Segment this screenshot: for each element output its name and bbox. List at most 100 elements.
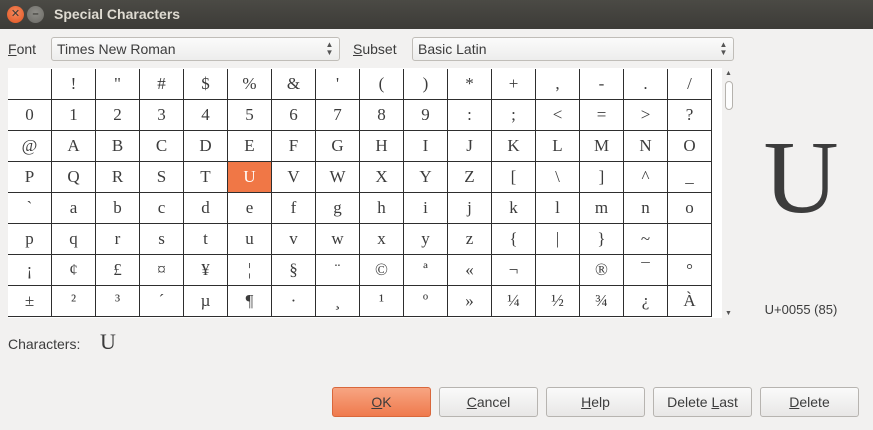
character-cell[interactable]: q bbox=[52, 224, 96, 255]
character-cell[interactable]: # bbox=[140, 69, 184, 100]
character-cell[interactable]: L bbox=[536, 131, 580, 162]
character-cell[interactable]: i bbox=[404, 193, 448, 224]
character-cell[interactable]: J bbox=[448, 131, 492, 162]
character-cell[interactable]: m bbox=[580, 193, 624, 224]
character-cell[interactable]: e bbox=[228, 193, 272, 224]
character-cell[interactable]: 2 bbox=[96, 100, 140, 131]
character-cell[interactable]: S bbox=[140, 162, 184, 193]
character-cell[interactable] bbox=[668, 224, 712, 255]
character-cell[interactable]: & bbox=[272, 69, 316, 100]
grid-scrollbar[interactable]: ▲ ▼ bbox=[722, 68, 736, 318]
minimize-icon[interactable]: – bbox=[27, 6, 44, 23]
character-cell[interactable]: $ bbox=[184, 69, 228, 100]
character-cell[interactable]: ¥ bbox=[184, 255, 228, 286]
character-cell[interactable]: z bbox=[448, 224, 492, 255]
character-cell[interactable]: \ bbox=[536, 162, 580, 193]
character-cell[interactable]: I bbox=[404, 131, 448, 162]
character-cell[interactable]: s bbox=[140, 224, 184, 255]
character-cell[interactable]: ² bbox=[52, 286, 96, 317]
character-cell[interactable]: t bbox=[184, 224, 228, 255]
character-cell[interactable]: 3 bbox=[140, 100, 184, 131]
character-cell[interactable]: ¤ bbox=[140, 255, 184, 286]
character-cell[interactable]: B bbox=[96, 131, 140, 162]
character-cell[interactable]: , bbox=[536, 69, 580, 100]
character-cell[interactable]: ~ bbox=[624, 224, 668, 255]
character-cell[interactable]: l bbox=[536, 193, 580, 224]
character-cell[interactable]: x bbox=[360, 224, 404, 255]
character-cell[interactable]: ; bbox=[492, 100, 536, 131]
character-cell[interactable]: ³ bbox=[96, 286, 140, 317]
character-cell[interactable]: . bbox=[624, 69, 668, 100]
help-button[interactable]: Help bbox=[546, 387, 645, 417]
character-cell[interactable]: v bbox=[272, 224, 316, 255]
character-cell[interactable]: © bbox=[360, 255, 404, 286]
character-cell[interactable]: ] bbox=[580, 162, 624, 193]
character-cell[interactable]: ® bbox=[580, 255, 624, 286]
character-cell[interactable]: b bbox=[96, 193, 140, 224]
character-cell[interactable]: > bbox=[624, 100, 668, 131]
character-cell[interactable]: µ bbox=[184, 286, 228, 317]
character-cell[interactable]: g bbox=[316, 193, 360, 224]
character-cell[interactable]: T bbox=[184, 162, 228, 193]
character-cell[interactable]: ¶ bbox=[228, 286, 272, 317]
character-cell[interactable]: 6 bbox=[272, 100, 316, 131]
cancel-button[interactable]: Cancel bbox=[439, 387, 538, 417]
character-cell[interactable]: E bbox=[228, 131, 272, 162]
character-cell[interactable]: [ bbox=[492, 162, 536, 193]
character-cell[interactable]: · bbox=[272, 286, 316, 317]
character-cell[interactable]: ¦ bbox=[228, 255, 272, 286]
character-cell[interactable]: ) bbox=[404, 69, 448, 100]
character-cell[interactable]: Z bbox=[448, 162, 492, 193]
character-cell[interactable]: f bbox=[272, 193, 316, 224]
character-cell[interactable]: N bbox=[624, 131, 668, 162]
character-cell[interactable]: 4 bbox=[184, 100, 228, 131]
character-cell[interactable]: p bbox=[8, 224, 52, 255]
character-cell[interactable]: j bbox=[448, 193, 492, 224]
character-cell[interactable]: c bbox=[140, 193, 184, 224]
character-cell[interactable]: £ bbox=[96, 255, 140, 286]
character-cell[interactable]: U bbox=[228, 162, 272, 193]
font-combobox[interactable]: Times New Roman ▲ ▼ bbox=[51, 37, 340, 61]
character-cell[interactable]: A bbox=[52, 131, 96, 162]
character-cell[interactable]: < bbox=[536, 100, 580, 131]
character-cell[interactable]: w bbox=[316, 224, 360, 255]
character-cell[interactable]: @ bbox=[8, 131, 52, 162]
character-cell[interactable]: u bbox=[228, 224, 272, 255]
character-cell[interactable]: 8 bbox=[360, 100, 404, 131]
delete-button[interactable]: Delete bbox=[760, 387, 859, 417]
character-cell[interactable]: * bbox=[448, 69, 492, 100]
character-cell[interactable]: Q bbox=[52, 162, 96, 193]
character-cell[interactable]: À bbox=[668, 286, 712, 317]
scroll-down-icon[interactable]: ▼ bbox=[725, 310, 732, 317]
character-cell[interactable]: ¿ bbox=[624, 286, 668, 317]
delete-last-button[interactable]: Delete Last bbox=[653, 387, 752, 417]
character-cell[interactable]: 0 bbox=[8, 100, 52, 131]
character-cell[interactable]: _ bbox=[668, 162, 712, 193]
character-cell[interactable]: ª bbox=[404, 255, 448, 286]
character-cell[interactable]: X bbox=[360, 162, 404, 193]
character-cell[interactable]: » bbox=[448, 286, 492, 317]
character-cell[interactable]: 9 bbox=[404, 100, 448, 131]
character-cell[interactable]: O bbox=[668, 131, 712, 162]
character-cell[interactable]: ½ bbox=[536, 286, 580, 317]
character-cell[interactable]: ¾ bbox=[580, 286, 624, 317]
character-cell[interactable]: D bbox=[184, 131, 228, 162]
character-cell[interactable]: ! bbox=[52, 69, 96, 100]
character-cell[interactable]: ' bbox=[316, 69, 360, 100]
subset-combobox[interactable]: Basic Latin ▲ ▼ bbox=[412, 37, 734, 61]
character-cell[interactable]: o bbox=[668, 193, 712, 224]
character-cell[interactable]: G bbox=[316, 131, 360, 162]
character-cell[interactable]: ¹ bbox=[360, 286, 404, 317]
character-cell[interactable]: ¸ bbox=[316, 286, 360, 317]
character-cell[interactable]: ¬ bbox=[492, 255, 536, 286]
character-cell[interactable]: ° bbox=[668, 255, 712, 286]
character-cell[interactable]: n bbox=[624, 193, 668, 224]
scroll-thumb[interactable] bbox=[725, 81, 733, 110]
character-cell[interactable] bbox=[8, 69, 52, 100]
character-cell[interactable] bbox=[536, 255, 580, 286]
character-cell[interactable]: H bbox=[360, 131, 404, 162]
character-cell[interactable]: ` bbox=[8, 193, 52, 224]
character-cell[interactable]: ( bbox=[360, 69, 404, 100]
character-cell[interactable]: K bbox=[492, 131, 536, 162]
character-cell[interactable]: + bbox=[492, 69, 536, 100]
